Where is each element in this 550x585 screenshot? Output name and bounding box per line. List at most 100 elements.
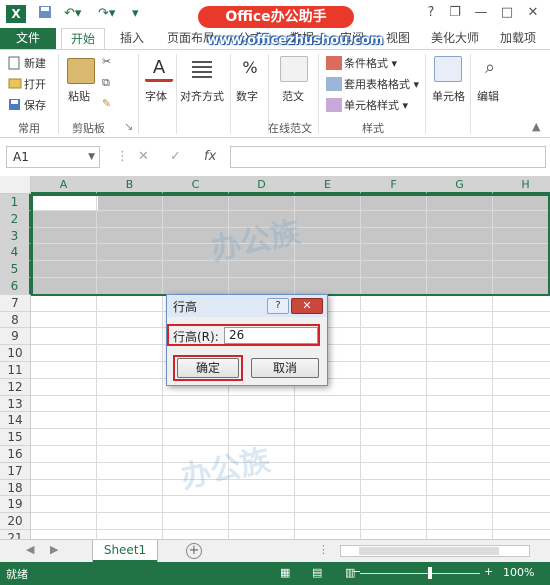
normal-view-icon[interactable]: ▦ <box>280 566 290 579</box>
copy-icon[interactable]: ⧉ <box>102 76 110 90</box>
cell-styles-button[interactable]: 单元格样式 ▾ <box>344 97 408 113</box>
save-button[interactable]: 保存 <box>24 97 46 113</box>
group-clipboard-label: 剪贴板 <box>72 122 105 135</box>
site-banner: Office办公助手 <box>198 6 354 28</box>
tab-meihua[interactable]: 美化大师 <box>426 28 484 49</box>
cut-icon[interactable]: ✂ <box>102 55 111 68</box>
find-icon: ⌕ <box>484 57 496 78</box>
name-box-value: A1 <box>13 150 29 164</box>
customize-quick-access-icon[interactable]: ▾ <box>132 5 139 23</box>
new-button[interactable]: 新建 <box>24 55 46 71</box>
column-header-c[interactable]: C <box>163 176 229 194</box>
dialog-title-bar: 行高 ? ✕ <box>167 295 327 317</box>
row-header-20[interactable]: 20 <box>0 513 31 530</box>
formula-bar: A1 ▼ ⋮ ✕ ✓ fx <box>0 138 550 175</box>
save-icon[interactable] <box>38 5 52 23</box>
row-header-7[interactable]: 7 <box>0 294 31 312</box>
paste-button[interactable]: 粘贴 <box>68 88 90 104</box>
dialog-close-button[interactable]: ✕ <box>291 298 323 314</box>
collapse-ribbon-icon[interactable]: ▲ <box>532 120 540 133</box>
ribbon-display-icon[interactable]: ❐ <box>446 4 464 22</box>
scrollbar-thumb[interactable] <box>359 547 499 555</box>
row-header-1[interactable]: 1 <box>0 194 31 211</box>
horizontal-scrollbar[interactable] <box>340 545 530 557</box>
cancel-button[interactable]: 取消 <box>251 358 319 378</box>
cells-button[interactable]: 单元格 <box>432 88 465 104</box>
row-header-2[interactable]: 2 <box>0 210 31 228</box>
scroll-right-icon[interactable]: ▶ <box>50 543 58 556</box>
row-header-10[interactable]: 10 <box>0 345 31 362</box>
maximize-button[interactable]: □ <box>498 4 516 22</box>
page-layout-view-icon[interactable]: ▤ <box>312 566 322 579</box>
zoom-out-button[interactable]: − <box>352 565 361 578</box>
scroll-left-icon[interactable]: ◀ <box>26 543 34 556</box>
zoom-slider-thumb[interactable] <box>428 567 432 579</box>
tab-addins[interactable]: 加载项 <box>494 28 542 49</box>
close-button[interactable]: ✕ <box>524 4 542 22</box>
row-header-6[interactable]: 6 <box>0 278 31 295</box>
name-box[interactable]: A1 ▼ <box>6 146 100 168</box>
font-button[interactable]: 字体 <box>145 88 167 104</box>
column-header-h[interactable]: H <box>493 176 550 194</box>
group-common-label: 常用 <box>18 122 40 135</box>
column-header-d[interactable]: D <box>229 176 295 194</box>
row-header-16[interactable]: 16 <box>0 446 31 463</box>
dialog-launcher-icon[interactable]: ↘ <box>124 120 133 133</box>
status-bar: 就绪 ▦ ▤ ▥ − + 100% <box>0 562 550 585</box>
cancel-entry-icon[interactable]: ✕ <box>138 146 149 168</box>
column-header-e[interactable]: E <box>295 176 361 194</box>
cells-icon <box>434 56 462 82</box>
row-header-13[interactable]: 13 <box>0 395 31 413</box>
alignment-button[interactable]: 对齐方式 <box>180 88 224 104</box>
row-header-5[interactable]: 5 <box>0 261 31 278</box>
conditional-format-button[interactable]: 条件格式 ▾ <box>344 55 397 71</box>
gridline <box>31 461 550 463</box>
align-icon <box>188 56 216 82</box>
row-header-14[interactable]: 14 <box>0 412 31 430</box>
row-header-19[interactable]: 19 <box>0 496 31 514</box>
row-header-15[interactable]: 15 <box>0 429 31 446</box>
row-height-input[interactable]: 26 <box>224 327 318 344</box>
column-header-b[interactable]: B <box>97 176 163 194</box>
confirm-entry-icon[interactable]: ✓ <box>170 146 181 168</box>
zoom-in-button[interactable]: + <box>484 565 493 578</box>
column-header-g[interactable]: G <box>427 176 493 194</box>
formula-input[interactable] <box>230 146 546 168</box>
help-icon[interactable]: ? <box>422 4 440 22</box>
column-header-a[interactable]: A <box>31 176 97 194</box>
insert-function-icon[interactable]: fx <box>204 146 216 168</box>
row-header-3[interactable]: 3 <box>0 227 31 245</box>
chevron-down-icon: ▼ <box>88 152 95 162</box>
row-header-11[interactable]: 11 <box>0 362 31 379</box>
row-header-4[interactable]: 4 <box>0 244 31 262</box>
tab-file[interactable]: 文件 <box>0 28 56 49</box>
format-as-table-button[interactable]: 套用表格格式 ▾ <box>344 76 419 92</box>
row-header-21[interactable]: 21 <box>0 530 31 539</box>
add-sheet-icon[interactable]: + <box>186 543 202 559</box>
open-button[interactable]: 打开 <box>24 76 46 92</box>
row-header-12[interactable]: 12 <box>0 378 31 396</box>
sheet-tab-sheet1[interactable]: Sheet1 <box>93 540 157 562</box>
tab-view[interactable]: 视图 <box>378 28 418 49</box>
minimize-button[interactable]: — <box>472 4 490 22</box>
row-header-8[interactable]: 8 <box>0 311 31 329</box>
row-header-9[interactable]: 9 <box>0 328 31 346</box>
undo-icon[interactable]: ↶▾ <box>64 5 81 23</box>
row-header-18[interactable]: 18 <box>0 479 31 497</box>
row-header-17[interactable]: 17 <box>0 462 31 480</box>
dialog-help-button[interactable]: ? <box>267 298 289 314</box>
gridline <box>31 529 550 530</box>
tab-home[interactable]: 开始 <box>61 28 105 49</box>
redo-icon[interactable]: ↷▾ <box>98 5 115 23</box>
column-header-f[interactable]: F <box>361 176 427 194</box>
ok-button[interactable]: 确定 <box>177 358 239 378</box>
zoom-slider[interactable] <box>360 573 480 574</box>
zoom-level[interactable]: 100% <box>503 566 534 579</box>
select-all-corner[interactable] <box>0 176 31 194</box>
number-button[interactable]: 数字 <box>236 88 258 104</box>
template-button[interactable]: 范文 <box>282 88 304 104</box>
tab-insert[interactable]: 插入 <box>112 28 152 49</box>
format-painter-icon[interactable]: ✎ <box>102 97 111 110</box>
more-icon: ⋮ <box>116 149 129 164</box>
editing-button[interactable]: 编辑 <box>477 88 499 104</box>
